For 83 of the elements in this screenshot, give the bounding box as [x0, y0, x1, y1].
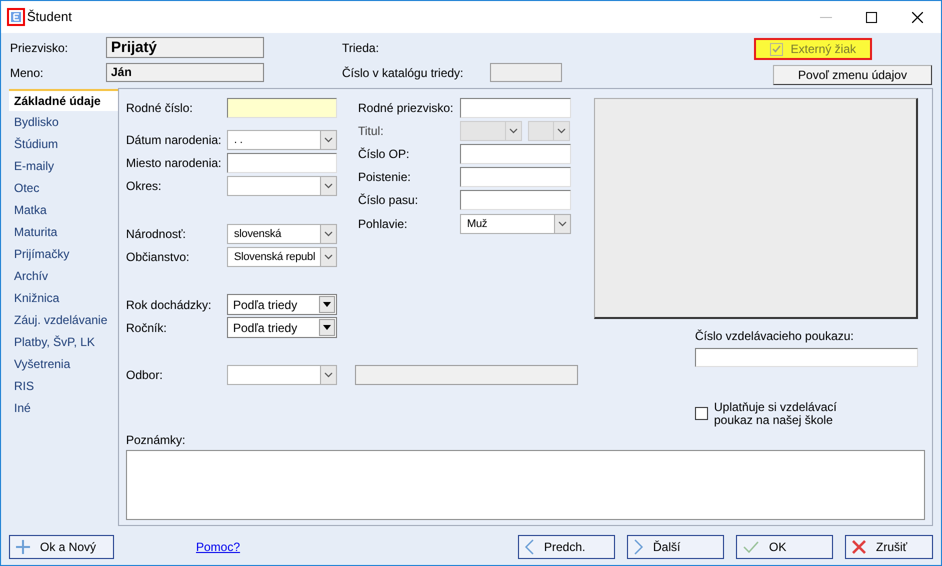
sidebar-item[interactable]: Matka: [9, 199, 118, 221]
field-label: Občianstvo:: [126, 248, 190, 266]
chevron-down-icon: [324, 254, 333, 260]
sidebar-item[interactable]: Štúdium: [9, 133, 118, 155]
combo-box[interactable]: [227, 364, 337, 384]
field-label: Poznámky:: [126, 432, 186, 449]
text-field[interactable]: [460, 190, 571, 210]
checkbox-label: Uplatňuje si vzdelávací poukaz na našej škole: [714, 401, 838, 427]
field-label: Odbor:: [126, 366, 164, 384]
chevron-down-icon: [324, 372, 333, 378]
field-label: Trieda:: [342, 40, 379, 56]
field-label: Rok dochádzky:: [126, 296, 212, 314]
sidebar-item[interactable]: RIS: [9, 375, 118, 397]
help-link[interactable]: Pomoc?: [196, 538, 240, 556]
unlock-edit-button[interactable]: Povoľ zmenu údajov: [773, 65, 932, 85]
field-label: Rodné priezvisko:: [358, 100, 454, 116]
dialog-button[interactable]: Zrušiť: [845, 535, 933, 559]
field-label: Číslo vzdelávacieho poukazu:: [695, 328, 855, 345]
sidebar-item[interactable]: Záuj. vzdelávanie: [9, 309, 118, 331]
field-label: Číslo OP:: [358, 146, 410, 162]
sidebar-item[interactable]: Bydlisko: [9, 111, 118, 133]
field-label: Číslo pasu:: [358, 192, 420, 208]
combo-box[interactable]: Muž: [460, 214, 571, 234]
field-label: Poistenie:: [358, 168, 412, 186]
chevron-left-icon: [525, 539, 534, 555]
field-label: Okres:: [126, 178, 162, 194]
dropdown[interactable]: Podľa triedy: [227, 317, 337, 338]
field-label: Titul:: [358, 122, 385, 140]
sidebar-item[interactable]: Archív: [9, 265, 118, 287]
chevron-down-icon: [558, 220, 567, 226]
text-field[interactable]: [460, 166, 571, 186]
field-label: Ročník:: [126, 320, 168, 336]
checkbox[interactable]: [695, 407, 708, 420]
sidebar-item[interactable]: Vyšetrenia: [9, 353, 118, 375]
dialog-button[interactable]: Predch.: [518, 535, 615, 559]
voucher-number-field[interactable]: [695, 348, 918, 366]
app-logo-icon: [7, 8, 25, 26]
sidebar-item[interactable]: E-maily: [9, 155, 118, 177]
field-label: Miesto narodenia:: [126, 154, 222, 172]
checkmark-icon: [772, 45, 781, 53]
combo-box[interactable]: slovenská: [227, 224, 337, 244]
surname-field[interactable]: Prijatý: [106, 37, 264, 58]
close-icon[interactable]: [912, 12, 923, 22]
plus-icon: [16, 540, 30, 554]
dialog-button[interactable]: Ok a Nový: [9, 535, 114, 559]
field-label: Dátum narodenia:: [126, 132, 222, 148]
chevron-down-icon: [509, 128, 518, 134]
sidebar-item[interactable]: Základné údaje: [9, 89, 118, 111]
chevron-down-icon: [324, 182, 333, 188]
triangle-down-icon: [323, 302, 331, 307]
chevron-down-icon: [324, 136, 333, 142]
combo-box[interactable]: . .: [227, 130, 337, 150]
field-label: Pohlavie:: [358, 216, 408, 232]
text-field[interactable]: [227, 98, 337, 118]
sidebar-item[interactable]: Knižnica: [9, 287, 118, 309]
field-label: Meno:: [10, 64, 44, 82]
close-icon: [852, 540, 866, 554]
dialog-button[interactable]: Ďalší: [627, 535, 724, 559]
name-field[interactable]: Ján: [106, 63, 264, 82]
window-title: Študent: [27, 8, 72, 26]
text-field[interactable]: [227, 152, 337, 172]
dialog-button[interactable]: OK: [736, 535, 833, 559]
chevron-down-icon: [324, 230, 333, 236]
sidebar-item[interactable]: Platby, ŠvP, LK: [9, 331, 118, 353]
combo-box[interactable]: [227, 176, 337, 196]
sidebar-item[interactable]: Prijímačky: [9, 243, 118, 265]
field-label: Národnosť:: [126, 226, 187, 242]
checkmark-icon: [743, 541, 759, 553]
field-label: Číslo v katalógu triedy:: [342, 64, 464, 82]
maximize-icon[interactable]: [866, 12, 877, 22]
sidebar-item[interactable]: Otec: [9, 177, 118, 199]
chevron-right-icon: [634, 539, 643, 555]
chevron-down-icon: [557, 128, 566, 134]
text-field[interactable]: [460, 144, 571, 164]
field-label: Priezvisko:: [10, 40, 70, 56]
triangle-down-icon: [323, 325, 331, 330]
text-field[interactable]: [460, 98, 571, 118]
field-label: Rodné číslo:: [126, 100, 194, 116]
combo-box[interactable]: Slovenská republ: [227, 246, 337, 266]
sidebar-item[interactable]: Iné: [9, 397, 118, 419]
dropdown[interactable]: Podľa triedy: [227, 294, 337, 315]
sidebar-item[interactable]: Maturita: [9, 221, 118, 243]
notes-field[interactable]: [126, 450, 925, 520]
